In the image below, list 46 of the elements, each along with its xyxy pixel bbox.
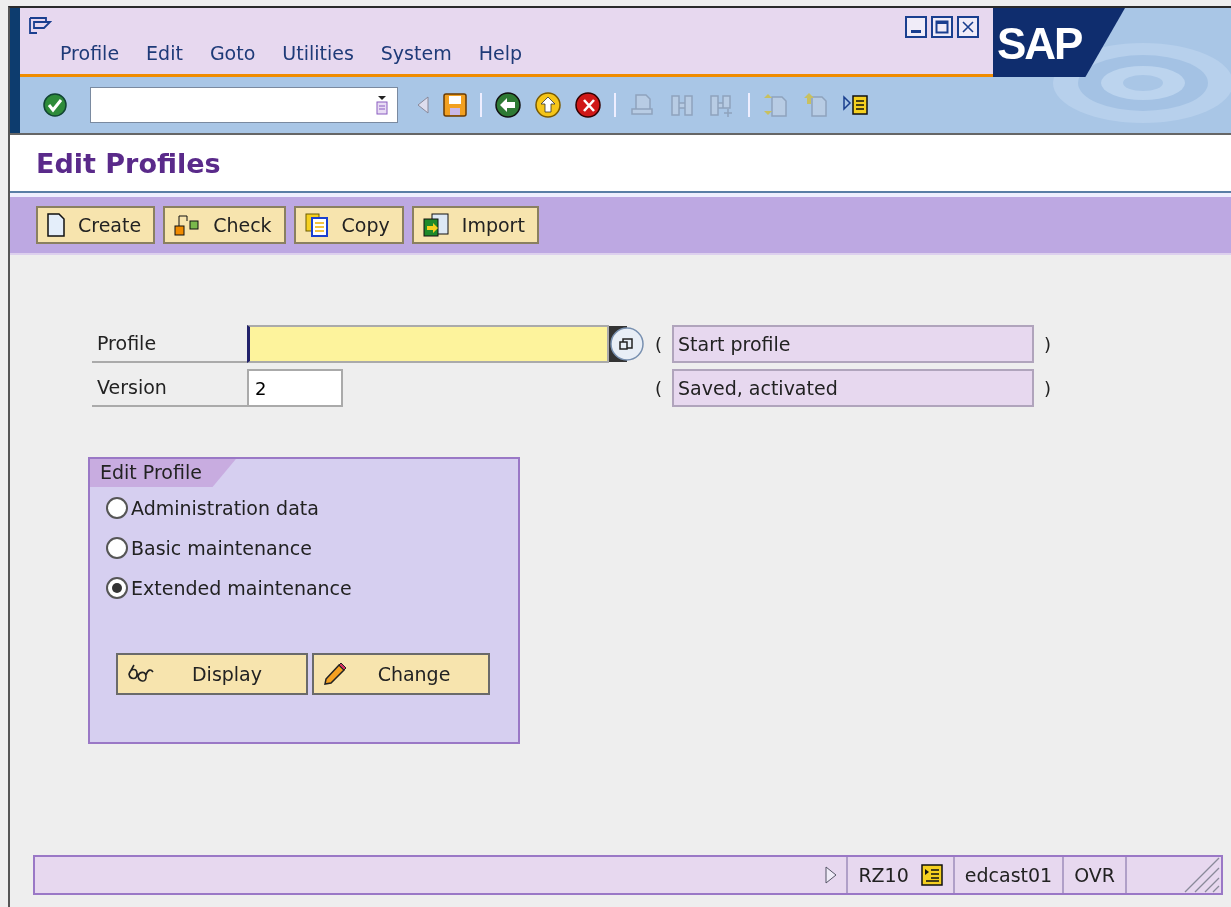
- open-paren: (: [655, 333, 663, 355]
- radio-option[interactable]: Administration data: [106, 497, 518, 519]
- command-field[interactable]: [90, 87, 398, 123]
- description-field: Saved, activated: [672, 369, 1035, 407]
- menu-item[interactable]: Goto: [209, 42, 256, 64]
- history-icon[interactable]: [375, 95, 389, 115]
- value-help-icon[interactable]: [609, 326, 645, 362]
- maximize-icon[interactable]: [931, 16, 953, 38]
- user-name: edcast01: [952, 857, 1063, 893]
- insert-mode: OVR: [1062, 857, 1125, 893]
- group-title: Edit Profile: [90, 459, 236, 487]
- cancel-icon[interactable]: [574, 91, 602, 119]
- minimize-icon[interactable]: [905, 16, 927, 38]
- transaction-code: RZ10: [858, 864, 909, 886]
- node-link-icon: [173, 213, 202, 237]
- layout-menu-icon[interactable]: [842, 93, 870, 117]
- radio-option[interactable]: Basic maintenance: [106, 537, 518, 559]
- toolbar-button[interactable]: Create: [36, 206, 156, 244]
- menu-item[interactable]: System: [380, 42, 452, 64]
- toolbar-button[interactable]: Import: [411, 206, 539, 244]
- action-button[interactable]: Change: [312, 653, 490, 695]
- save-icon[interactable]: [442, 92, 468, 118]
- close-paren: ): [1044, 333, 1052, 355]
- input-field[interactable]: [247, 325, 609, 363]
- window-menu-icon[interactable]: [28, 16, 52, 36]
- menu-item[interactable]: Help: [478, 42, 522, 64]
- toolbar-button[interactable]: Check: [163, 206, 286, 244]
- screen-title: Edit Profiles: [36, 147, 221, 179]
- expand-triangle-icon[interactable]: [824, 865, 839, 885]
- action-button[interactable]: Display: [116, 653, 308, 695]
- menu-item[interactable]: Profile: [60, 42, 120, 64]
- pencil-icon: [322, 661, 348, 687]
- radio-option[interactable]: Extended maintenance: [106, 577, 518, 599]
- description-field: Start profile: [672, 325, 1035, 363]
- copy-icon: [303, 213, 330, 237]
- open-paren: (: [655, 377, 663, 399]
- close-paren: ): [1044, 377, 1052, 399]
- input-field[interactable]: 2: [247, 369, 343, 407]
- blank-page-icon: [46, 213, 66, 237]
- list-icon[interactable]: [920, 864, 943, 886]
- menu-item[interactable]: Utilities: [282, 42, 354, 64]
- import-icon: [421, 212, 450, 238]
- close-icon[interactable]: [957, 16, 979, 38]
- menu-item[interactable]: Edit: [146, 42, 183, 64]
- toolbar-button[interactable]: Copy: [293, 206, 404, 244]
- enter-check-icon[interactable]: [42, 92, 68, 118]
